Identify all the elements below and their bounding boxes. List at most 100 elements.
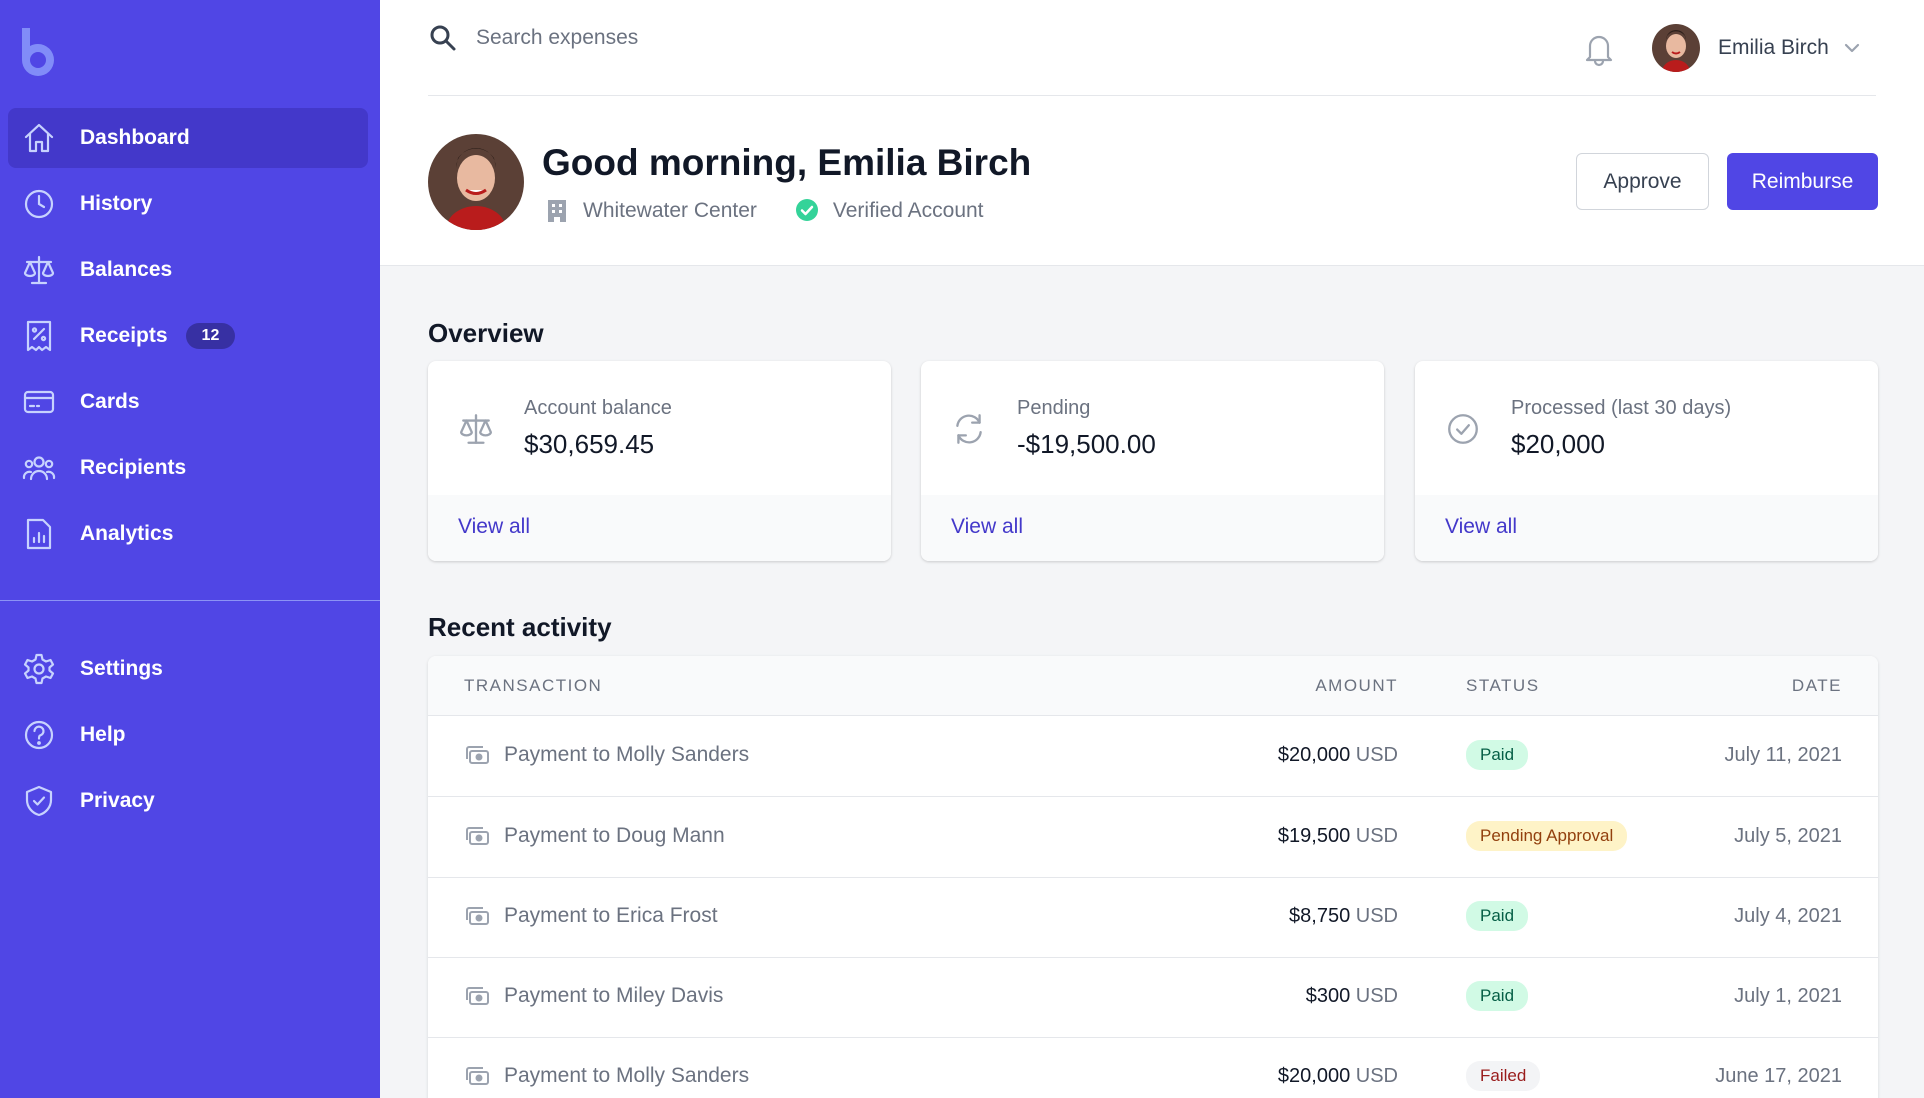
table-row[interactable]: Payment to Erica Frost $8,750 USD Paid J… bbox=[428, 878, 1878, 958]
card-value: $30,659.45 bbox=[524, 429, 655, 459]
card-footer: View all bbox=[921, 495, 1384, 561]
sidebar-divider bbox=[0, 600, 380, 601]
status-badge: Paid bbox=[1466, 981, 1529, 1011]
column-status: STATUS bbox=[1466, 676, 1540, 695]
cash-icon bbox=[464, 1065, 490, 1087]
table-header: TRANSACTION AMOUNT STATUS DATE bbox=[428, 656, 1878, 716]
search-icon bbox=[428, 23, 458, 53]
column-date: DATE bbox=[1791, 676, 1842, 695]
card-label: Processed (last 30 days) bbox=[1511, 397, 1732, 419]
sidebar-item-label: Privacy bbox=[80, 789, 155, 812]
chart-icon bbox=[22, 517, 56, 551]
table-row[interactable]: Payment to Doug Mann $19,500 USD Pending… bbox=[428, 798, 1878, 878]
sidebar-item-cards[interactable]: Cards bbox=[8, 372, 368, 432]
receipts-count-badge: 12 bbox=[185, 323, 236, 349]
gear-icon bbox=[22, 652, 56, 686]
transaction-name: Payment to Miley Davis bbox=[504, 984, 724, 1007]
amount-cell: $300 USD bbox=[1306, 985, 1398, 1008]
overview-title: Overview bbox=[428, 318, 544, 348]
sidebar-item-help[interactable]: Help bbox=[8, 705, 368, 765]
column-transaction: TRANSACTION bbox=[464, 676, 603, 695]
location-label: Whitewater Center bbox=[583, 199, 757, 222]
amount-cell: $19,500 USD bbox=[1278, 825, 1398, 848]
date-cell: June 17, 2021 bbox=[1715, 1065, 1842, 1087]
transaction-cell: Payment to Erica Frost bbox=[464, 904, 718, 928]
date-cell: July 1, 2021 bbox=[1734, 985, 1842, 1007]
sidebar-item-history[interactable]: History bbox=[8, 174, 368, 234]
search-bar bbox=[428, 18, 1128, 58]
sidebar-item-label: Cards bbox=[80, 390, 140, 413]
view-all-link[interactable]: View all bbox=[458, 515, 530, 539]
verified-label: Verified Account bbox=[832, 199, 984, 222]
pending-card: Pending -$19,500.00 View all bbox=[921, 361, 1384, 561]
sidebar-item-analytics[interactable]: Analytics bbox=[8, 504, 368, 564]
sidebar-item-privacy[interactable]: Privacy bbox=[8, 771, 368, 831]
transaction-name: Payment to Erica Frost bbox=[504, 904, 718, 927]
bell-icon[interactable] bbox=[1582, 30, 1616, 68]
amount-cell: $8,750 USD bbox=[1289, 905, 1398, 928]
status-badge: Paid bbox=[1466, 901, 1529, 931]
card-footer: View all bbox=[428, 495, 891, 561]
recent-activity-title: Recent activity bbox=[428, 612, 612, 642]
processed-card: Processed (last 30 days) $20,000 View al… bbox=[1415, 361, 1878, 561]
approve-button[interactable]: Approve bbox=[1576, 153, 1709, 210]
sidebar-item-label: Balances bbox=[80, 258, 173, 281]
table-row[interactable]: Payment to Molly Sanders $20,000 USD Fai… bbox=[428, 1038, 1878, 1098]
user-name: Emilia Birch bbox=[1718, 36, 1829, 59]
sidebar-item-label: Settings bbox=[80, 657, 163, 680]
page-title: Good morning, Emilia Birch bbox=[542, 142, 1032, 183]
profile-avatar bbox=[428, 134, 524, 230]
column-amount: AMOUNT bbox=[1315, 676, 1398, 695]
table-row[interactable]: Payment to Miley Davis $300 USD Paid Jul… bbox=[428, 958, 1878, 1038]
date-cell: July 4, 2021 bbox=[1734, 905, 1842, 927]
status-badge: Pending Approval bbox=[1466, 821, 1628, 851]
sidebar-item-label: Help bbox=[80, 723, 126, 746]
card-footer: View all bbox=[1415, 495, 1878, 561]
transaction-name: Payment to Molly Sanders bbox=[504, 743, 750, 766]
sidebar-item-dashboard[interactable]: Dashboard bbox=[8, 108, 368, 168]
card-label: Account balance bbox=[524, 397, 672, 419]
user-menu[interactable]: Emilia Birch bbox=[1652, 24, 1861, 72]
view-all-link[interactable]: View all bbox=[1445, 515, 1517, 539]
shield-icon bbox=[22, 784, 56, 818]
date-cell: July 5, 2021 bbox=[1734, 825, 1842, 847]
credit-card-icon bbox=[22, 385, 56, 419]
amount-value: $300 bbox=[1305, 985, 1351, 1007]
table-row[interactable]: Payment to Molly Sanders $20,000 USD Pai… bbox=[428, 717, 1878, 797]
sidebar-item-balances[interactable]: Balances bbox=[8, 240, 368, 300]
activity-table: TRANSACTION AMOUNT STATUS DATE Payment t… bbox=[428, 656, 1878, 1098]
sidebar-item-label: Recipients bbox=[80, 456, 187, 479]
scale-icon bbox=[22, 253, 56, 287]
question-icon bbox=[22, 718, 56, 752]
status-badge: Failed bbox=[1466, 1061, 1541, 1091]
secondary-nav: Settings Help Privacy bbox=[8, 639, 368, 837]
receipt-icon bbox=[22, 319, 56, 353]
currency: USD bbox=[1355, 985, 1398, 1007]
date-cell: July 11, 2021 bbox=[1724, 744, 1843, 766]
scale-icon bbox=[458, 411, 494, 447]
sidebar: Dashboard History Balances Receipts 12 C… bbox=[0, 0, 380, 1098]
transaction-name: Payment to Molly Sanders bbox=[504, 1064, 750, 1087]
transaction-cell: Payment to Doug Mann bbox=[464, 824, 725, 848]
check-circle-icon bbox=[1445, 411, 1481, 447]
sidebar-item-label: Receipts bbox=[80, 324, 168, 347]
sidebar-item-label: Analytics bbox=[80, 522, 174, 545]
building-icon bbox=[545, 198, 569, 224]
cash-icon bbox=[464, 744, 490, 766]
reimburse-button[interactable]: Reimburse bbox=[1727, 153, 1878, 210]
check-circle-icon bbox=[795, 198, 819, 224]
view-all-link[interactable]: View all bbox=[951, 515, 1023, 539]
sidebar-item-recipients[interactable]: Recipients bbox=[8, 438, 368, 498]
amount-cell: $20,000 USD bbox=[1278, 1065, 1398, 1088]
search-input[interactable] bbox=[476, 26, 1076, 50]
sidebar-item-label: History bbox=[80, 192, 153, 215]
chevron-down-icon bbox=[1843, 39, 1861, 57]
sidebar-item-label: Dashboard bbox=[80, 126, 190, 149]
amount-value: $19,500 bbox=[1277, 825, 1351, 847]
sidebar-item-settings[interactable]: Settings bbox=[8, 639, 368, 699]
card-label: Pending bbox=[1017, 397, 1091, 419]
sidebar-item-receipts[interactable]: Receipts 12 bbox=[8, 306, 368, 366]
brand-logo-icon[interactable] bbox=[18, 26, 62, 80]
home-icon bbox=[22, 121, 56, 155]
transaction-cell: Payment to Miley Davis bbox=[464, 984, 723, 1008]
